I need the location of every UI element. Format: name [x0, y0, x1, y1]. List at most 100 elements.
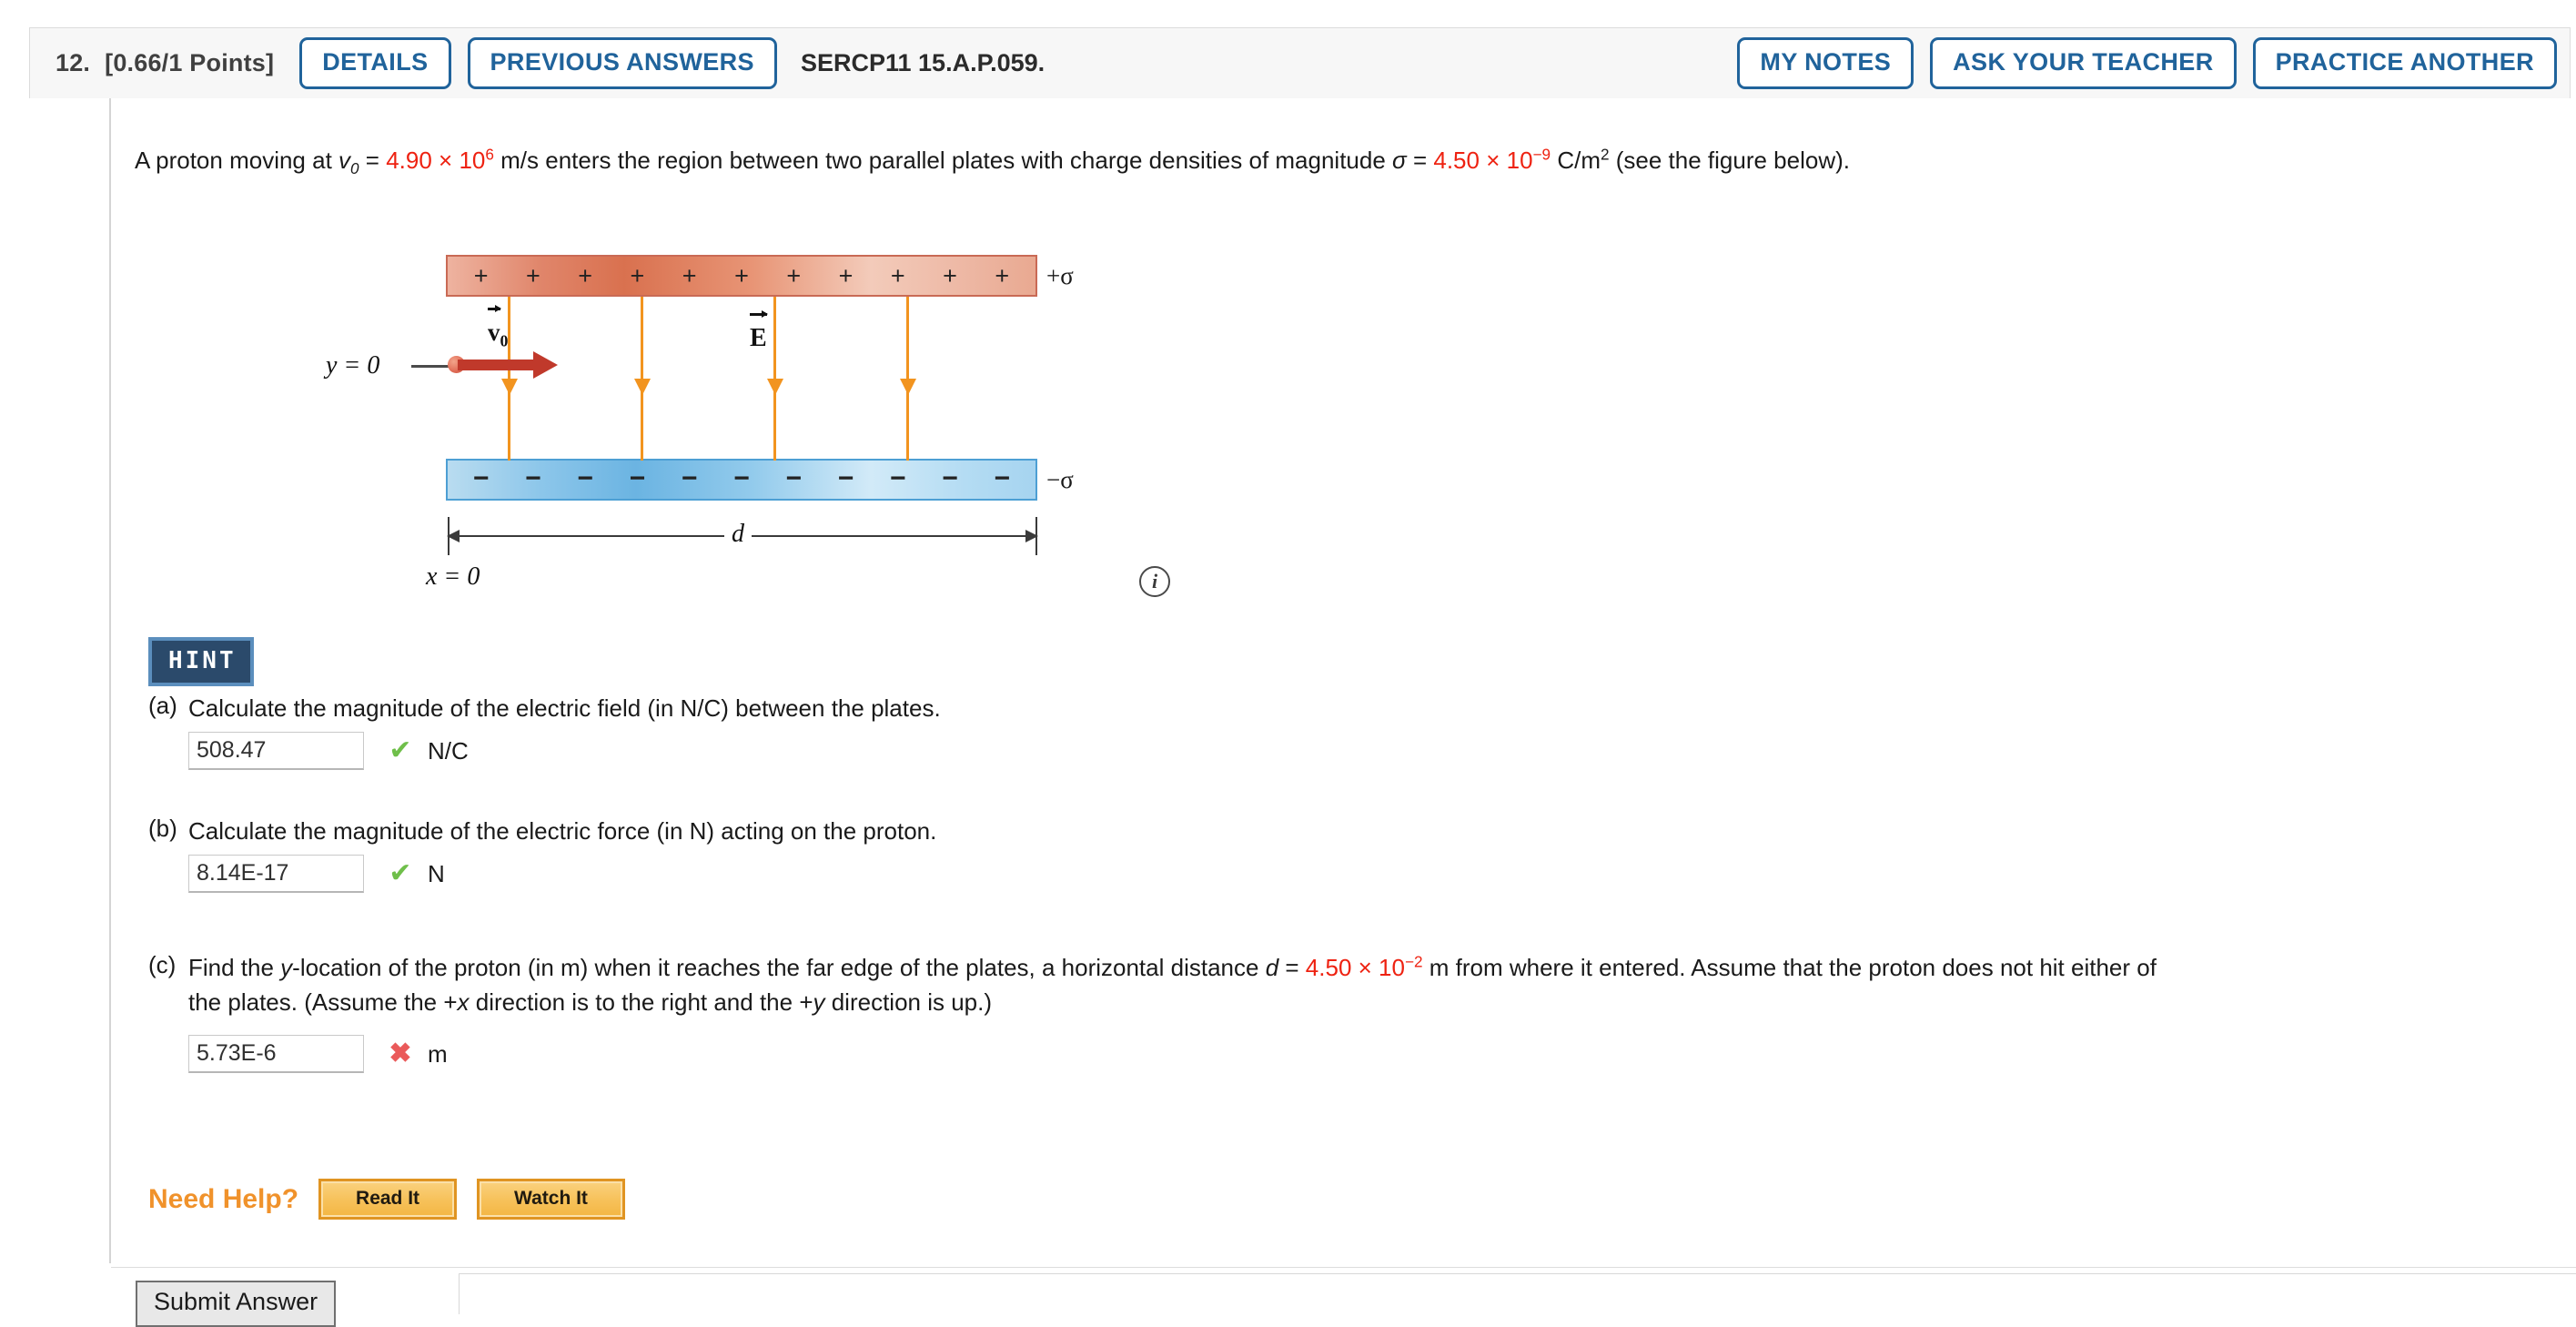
minus-charge-sign: −	[525, 463, 541, 493]
pc-t3: =	[1278, 954, 1306, 981]
electric-field-label: E	[750, 310, 768, 353]
part-b-label: (b)	[148, 815, 177, 842]
stem-text-3: m/s enters the region between two parall…	[493, 147, 1393, 174]
part-b-answer-row: ✔ N	[188, 855, 445, 893]
parallel-plates-figure: + + + + + + + + + + + +σ − − − − − − − − − − − −σ E y = 0 v0…	[326, 235, 1101, 591]
plus-charge-sign: +	[734, 261, 749, 289]
stem-sigma-value: 4.50 × 10	[1433, 147, 1533, 174]
minus-charge-sign: −	[837, 463, 854, 493]
stem-text-2: =	[359, 147, 387, 174]
part-a-answer-input[interactable]	[188, 732, 364, 770]
points-badge: [0.66/1 Points]	[105, 49, 275, 76]
need-help-row: Need Help? Read It Watch It	[148, 1179, 625, 1220]
positive-sigma-label: +σ	[1046, 262, 1074, 289]
plus-charge-sign: +	[526, 261, 540, 289]
field-arrowhead-icon	[634, 379, 651, 395]
hint-button[interactable]: HINT	[148, 637, 254, 686]
pc-i2: d	[1265, 954, 1279, 981]
field-arrowhead-icon	[900, 379, 916, 395]
stem-v-value: 4.90 × 10	[386, 147, 486, 174]
plus-charge-sign: +	[578, 261, 593, 289]
plus-charge-sign: +	[682, 261, 697, 289]
left-gutter	[29, 98, 109, 1263]
part-b-text: Calculate the magnitude of the electric …	[188, 817, 937, 845]
field-line-4	[900, 297, 916, 461]
minus-charge-sign: −	[994, 463, 1011, 493]
y-zero-leader-line	[411, 365, 450, 368]
minus-charge-sign: −	[577, 463, 593, 493]
part-c-answer-row: ✖ m	[188, 1035, 448, 1073]
field-line-1	[501, 297, 518, 461]
part-c-text: Find the y-location of the proton (in m)…	[188, 951, 2157, 1019]
plus-charge-sign: +	[890, 261, 905, 289]
submit-area: Submit Answer	[111, 1267, 2576, 1327]
distance-d-label: d	[724, 520, 752, 549]
stem-v-subscript: 0	[350, 159, 359, 178]
pc-i1: y	[280, 954, 293, 981]
minus-charge-sign: −	[785, 463, 802, 493]
stem-text-4: =	[1406, 147, 1434, 174]
submit-divider	[459, 1273, 460, 1314]
part-a-text: Calculate the magnitude of the electric …	[188, 694, 941, 722]
part-c-unit: m	[428, 1039, 448, 1068]
v-subscript: 0	[500, 331, 509, 350]
stem-text-5: C/m	[1551, 147, 1601, 174]
negative-sigma-label: −σ	[1046, 466, 1074, 493]
pc-t4: m from where it entered. Assume that the…	[1422, 954, 2157, 981]
plus-charge-sign: +	[630, 261, 645, 289]
practice-another-button[interactable]: PRACTICE ANOTHER	[2252, 37, 2557, 89]
v-letter: v	[488, 319, 500, 346]
pc-t5: the plates. (Assume the +	[188, 988, 458, 1016]
previous-answers-button[interactable]: PREVIOUS ANSWERS	[467, 37, 777, 89]
vector-arrow-icon	[750, 310, 768, 318]
part-b-answer-input[interactable]	[188, 855, 364, 893]
stem-v-symbol: v	[338, 147, 351, 174]
part-c-answer-input[interactable]	[188, 1035, 364, 1073]
question-header: 12. [0.66/1 Points] DETAILS PREVIOUS ANS…	[29, 27, 2571, 98]
e-letter: E	[750, 324, 767, 352]
stem-text-6: (see the figure below).	[1609, 147, 1850, 174]
plus-charge-sign: +	[943, 261, 957, 289]
plus-charge-sign: +	[473, 261, 489, 289]
pc-t6: direction is to the right and the +	[469, 988, 813, 1016]
stem-text-1: A proton moving at	[135, 147, 339, 174]
pc-t1: Find the	[188, 954, 281, 981]
question-number: 12.	[56, 49, 91, 76]
vector-arrow-icon	[488, 305, 500, 312]
part-b-correct-icon: ✔	[389, 858, 412, 888]
read-it-button[interactable]: Read It	[318, 1179, 458, 1220]
submit-answer-button[interactable]: Submit Answer	[136, 1281, 337, 1327]
minus-charge-sign: −	[472, 463, 490, 493]
velocity-arrow-icon	[458, 351, 558, 379]
plus-charge-sign: +	[995, 261, 1010, 289]
plus-charge-sign: +	[838, 261, 854, 289]
minus-charge-sign: −	[629, 463, 646, 493]
part-c-label: (c)	[148, 951, 177, 978]
part-a-unit: N/C	[428, 736, 469, 765]
minus-charge-sign: −	[889, 463, 906, 493]
plus-charge-sign: +	[786, 261, 802, 289]
watch-it-button[interactable]: Watch It	[477, 1179, 625, 1220]
pc-d-exponent: −2	[1404, 952, 1423, 971]
part-b-unit: N	[428, 859, 445, 887]
y-zero-label: y = 0	[326, 351, 380, 380]
field-arrowhead-icon	[767, 379, 783, 395]
submit-right-cell	[460, 1273, 2576, 1314]
stem-v-exponent: 6	[485, 145, 494, 164]
pc-t2: -location of the proton (in m) when it r…	[292, 954, 1266, 981]
negative-plate: − − − − − − − − − − −	[446, 459, 1037, 501]
field-line-3	[767, 297, 783, 461]
minus-charge-sign: −	[942, 463, 958, 493]
stem-sigma-symbol: σ	[1392, 147, 1407, 174]
part-c-text-line-2: the plates. (Assume the +x direction is …	[188, 986, 2157, 1020]
minus-charge-sign: −	[733, 463, 750, 493]
ask-your-teacher-button[interactable]: ASK YOUR TEACHER	[1930, 37, 2237, 89]
part-a-answer-row: ✔ N/C	[188, 732, 469, 770]
details-button[interactable]: DETAILS	[299, 37, 451, 89]
my-notes-button[interactable]: MY NOTES	[1737, 37, 1914, 89]
question-stem: A proton moving at v0 = 4.90 × 106 m/s e…	[135, 146, 1850, 177]
need-help-label: Need Help?	[148, 1183, 299, 1214]
part-a-correct-icon: ✔	[389, 735, 412, 765]
part-c-incorrect-icon: ✖	[389, 1038, 412, 1069]
info-icon[interactable]: i	[1139, 566, 1170, 597]
